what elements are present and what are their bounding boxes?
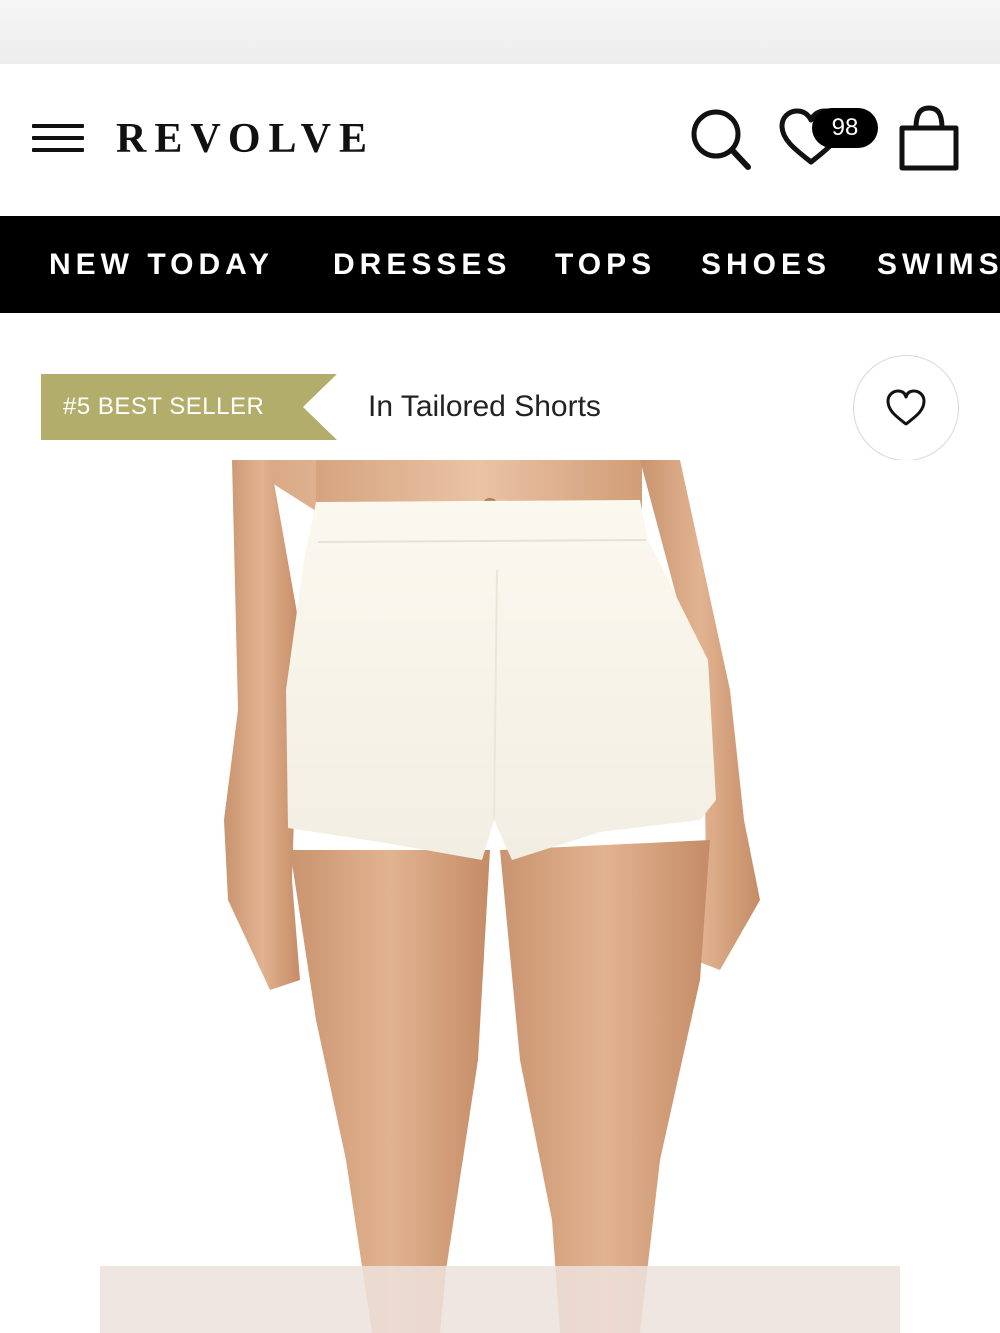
heart-outline-icon (886, 389, 926, 426)
nav-item-new-today[interactable]: NEW TODAY (49, 216, 274, 313)
favorite-button[interactable] (853, 355, 959, 461)
nav-item-swim[interactable]: SWIMS (877, 216, 1000, 313)
nav-item-tops[interactable]: TOPS (555, 216, 656, 313)
shopping-bag-icon (899, 105, 959, 171)
hamburger-menu-icon-bar (32, 148, 84, 152)
hamburger-menu-icon-bar (32, 136, 84, 140)
site-logo[interactable]: REVOLVE (116, 114, 375, 164)
product-image[interactable] (0, 460, 1000, 1333)
menu-button[interactable] (32, 122, 86, 156)
search-icon (691, 109, 751, 170)
best-seller-rank: #5 BEST SELLER (63, 393, 265, 420)
site-header: REVOLVE 98 (0, 64, 1000, 216)
nav-item-shoes[interactable]: SHOES (701, 216, 831, 313)
nav-item-dresses[interactable]: DRESSES (333, 216, 511, 313)
shopping-bag-button[interactable] (894, 104, 964, 174)
status-bar (0, 0, 1000, 64)
wishlist-count-badge: 98 (812, 108, 878, 148)
best-seller-category[interactable]: In Tailored Shorts (368, 374, 601, 440)
search-button[interactable] (686, 104, 756, 174)
hamburger-menu-icon-bar (32, 124, 84, 128)
category-nav: NEW TODAY DRESSES TOPS SHOES SWIMS (0, 216, 1000, 313)
